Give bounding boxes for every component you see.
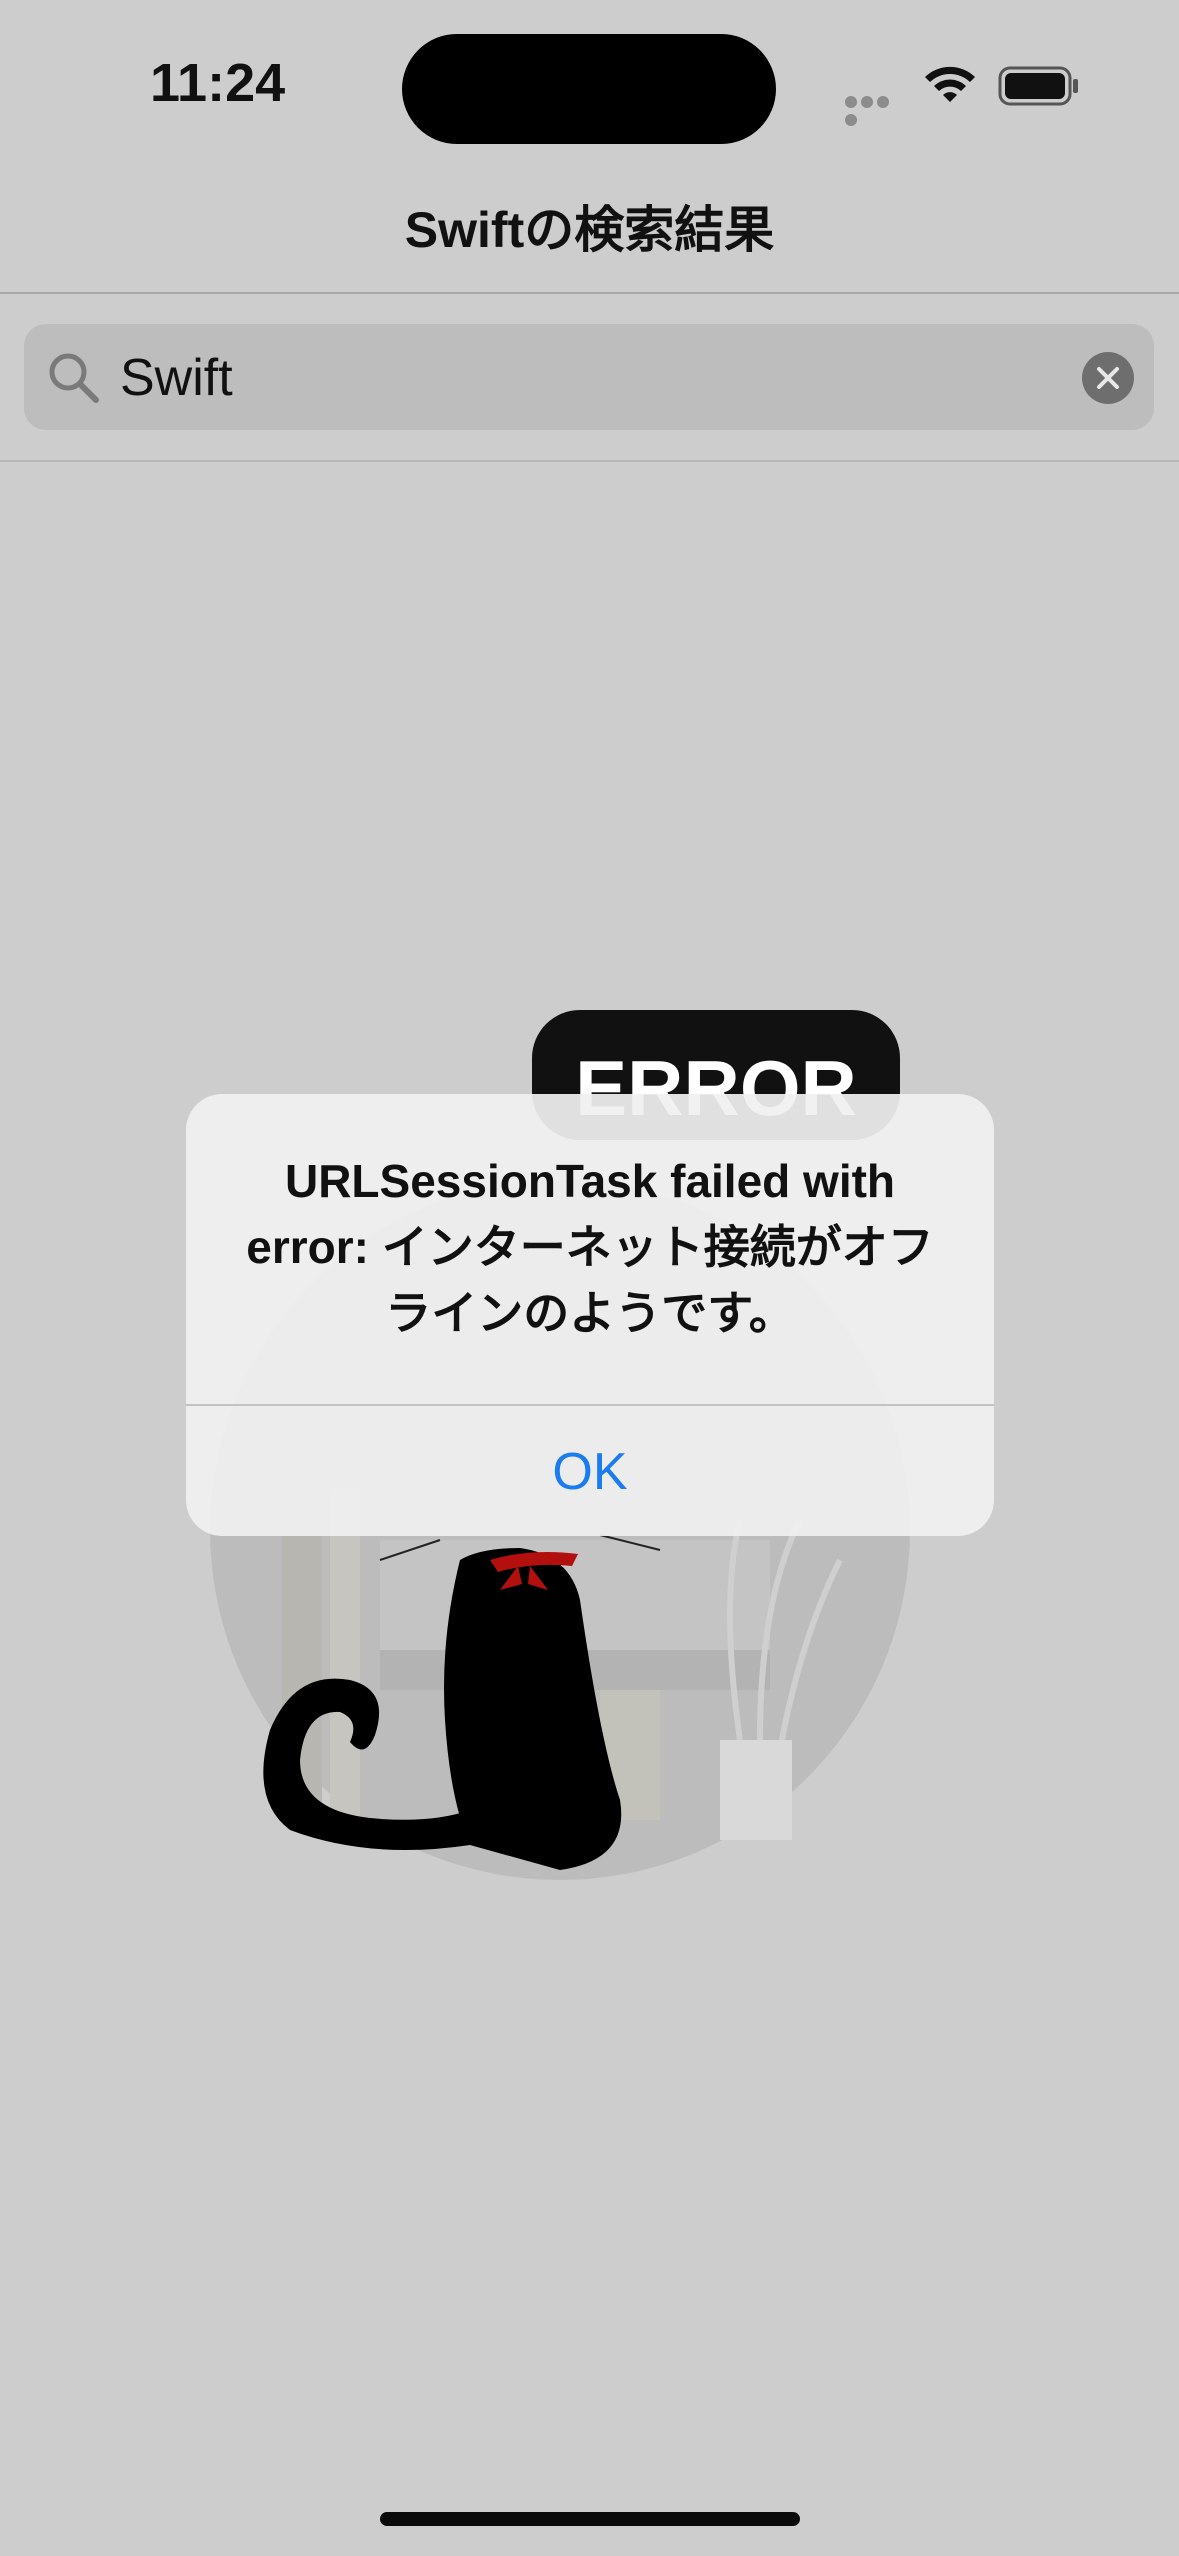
battery-icon bbox=[998, 66, 1078, 106]
alert-dialog: URLSessionTask failed with error: インターネッ… bbox=[186, 1094, 994, 1536]
cellular-dots-icon bbox=[845, 95, 907, 126]
wifi-icon bbox=[925, 66, 975, 102]
ok-button[interactable]: OK bbox=[186, 1406, 994, 1536]
search-bar[interactable] bbox=[24, 324, 1154, 430]
status-bar: 11:24 bbox=[0, 0, 1179, 170]
search-icon bbox=[49, 353, 99, 403]
status-time: 11:24 bbox=[150, 53, 286, 113]
home-indicator[interactable] bbox=[380, 2512, 800, 2526]
clear-icon bbox=[1097, 367, 1119, 389]
nav-divider bbox=[0, 292, 1179, 294]
search-divider bbox=[0, 460, 1179, 462]
clear-search-button[interactable] bbox=[1082, 352, 1134, 404]
alert-message: URLSessionTask failed with error: インターネッ… bbox=[246, 1155, 934, 1339]
dynamic-island bbox=[402, 34, 776, 144]
page-title: Swiftの検索結果 bbox=[404, 202, 775, 258]
search-input[interactable] bbox=[118, 342, 1022, 414]
